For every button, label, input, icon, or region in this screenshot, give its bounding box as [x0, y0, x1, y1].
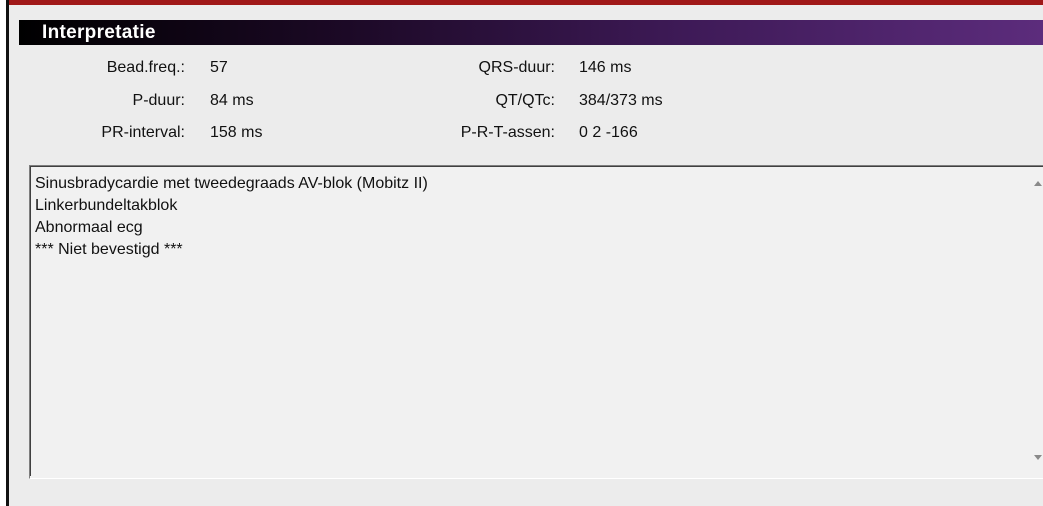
section-title-bar — [19, 20, 1043, 45]
qrs-duration-value: 146 ms — [579, 59, 632, 76]
heart-rate-value: 57 — [210, 59, 228, 76]
heart-rate-label: Bead.freq.: — [106, 59, 185, 76]
prt-axes-value: 0 2 -166 — [579, 124, 638, 141]
section-title: Interpretatie — [42, 22, 156, 43]
pr-interval-label: PR-interval: — [101, 124, 185, 141]
scroll-down-arrow-icon[interactable] — [1034, 455, 1042, 460]
pr-interval-value: 158 ms — [210, 124, 263, 141]
textbox-inner-shadow-top — [30, 166, 1043, 167]
statement-line: Abnormaal ecg — [35, 219, 143, 236]
p-duration-label: P-duur: — [132, 92, 185, 109]
statement-line: Linkerbundeltakblok — [35, 197, 178, 214]
qt-qtc-value: 384/373 ms — [579, 92, 663, 109]
interpretation-statements[interactable]: Sinusbradycardie met tweedegraads AV-blo… — [35, 173, 428, 261]
textbox-inner-shadow-left — [30, 166, 31, 476]
qrs-duration-label: QRS-duur: — [478, 59, 555, 76]
qt-qtc-label: QT/QTc: — [495, 92, 555, 109]
p-duration-value: 84 ms — [210, 92, 254, 109]
statement-line: *** Niet bevestigd *** — [35, 241, 183, 258]
prt-axes-label: P-R-T-assen: — [460, 124, 555, 141]
scroll-up-arrow-icon[interactable] — [1034, 181, 1042, 186]
statement-line: Sinusbradycardie met tweedegraads AV-blo… — [35, 175, 428, 192]
